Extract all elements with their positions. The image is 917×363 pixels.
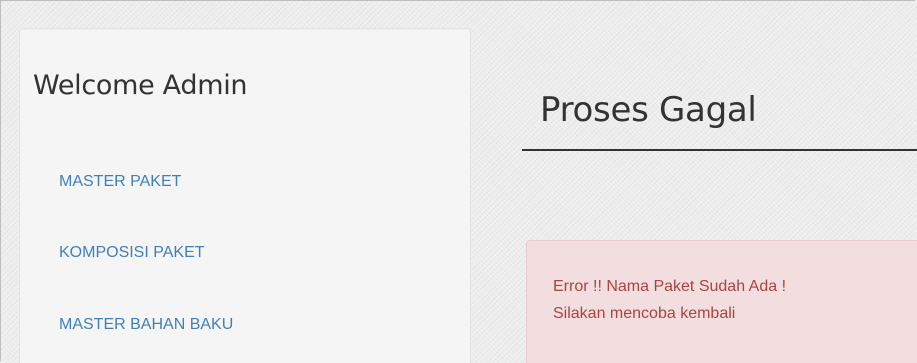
error-alert-message: Error !! Nama Paket Sudah Ada ! [553, 278, 787, 295]
error-alert-hint: Silakan mencoba kembali [553, 305, 736, 322]
sidebar-item-master-bahan-baku[interactable]: MASTER BAHAN BAKU [59, 316, 233, 334]
sidebar-welcome-heading: Welcome Admin [33, 70, 248, 101]
error-alert [526, 240, 917, 363]
sidebar-item-komposisi-paket[interactable]: KOMPOSISI PAKET [59, 244, 205, 262]
page-title: Proses Gagal [540, 90, 757, 130]
sidebar-item-master-paket[interactable]: MASTER PAKET [59, 173, 181, 191]
title-underline [522, 149, 917, 151]
